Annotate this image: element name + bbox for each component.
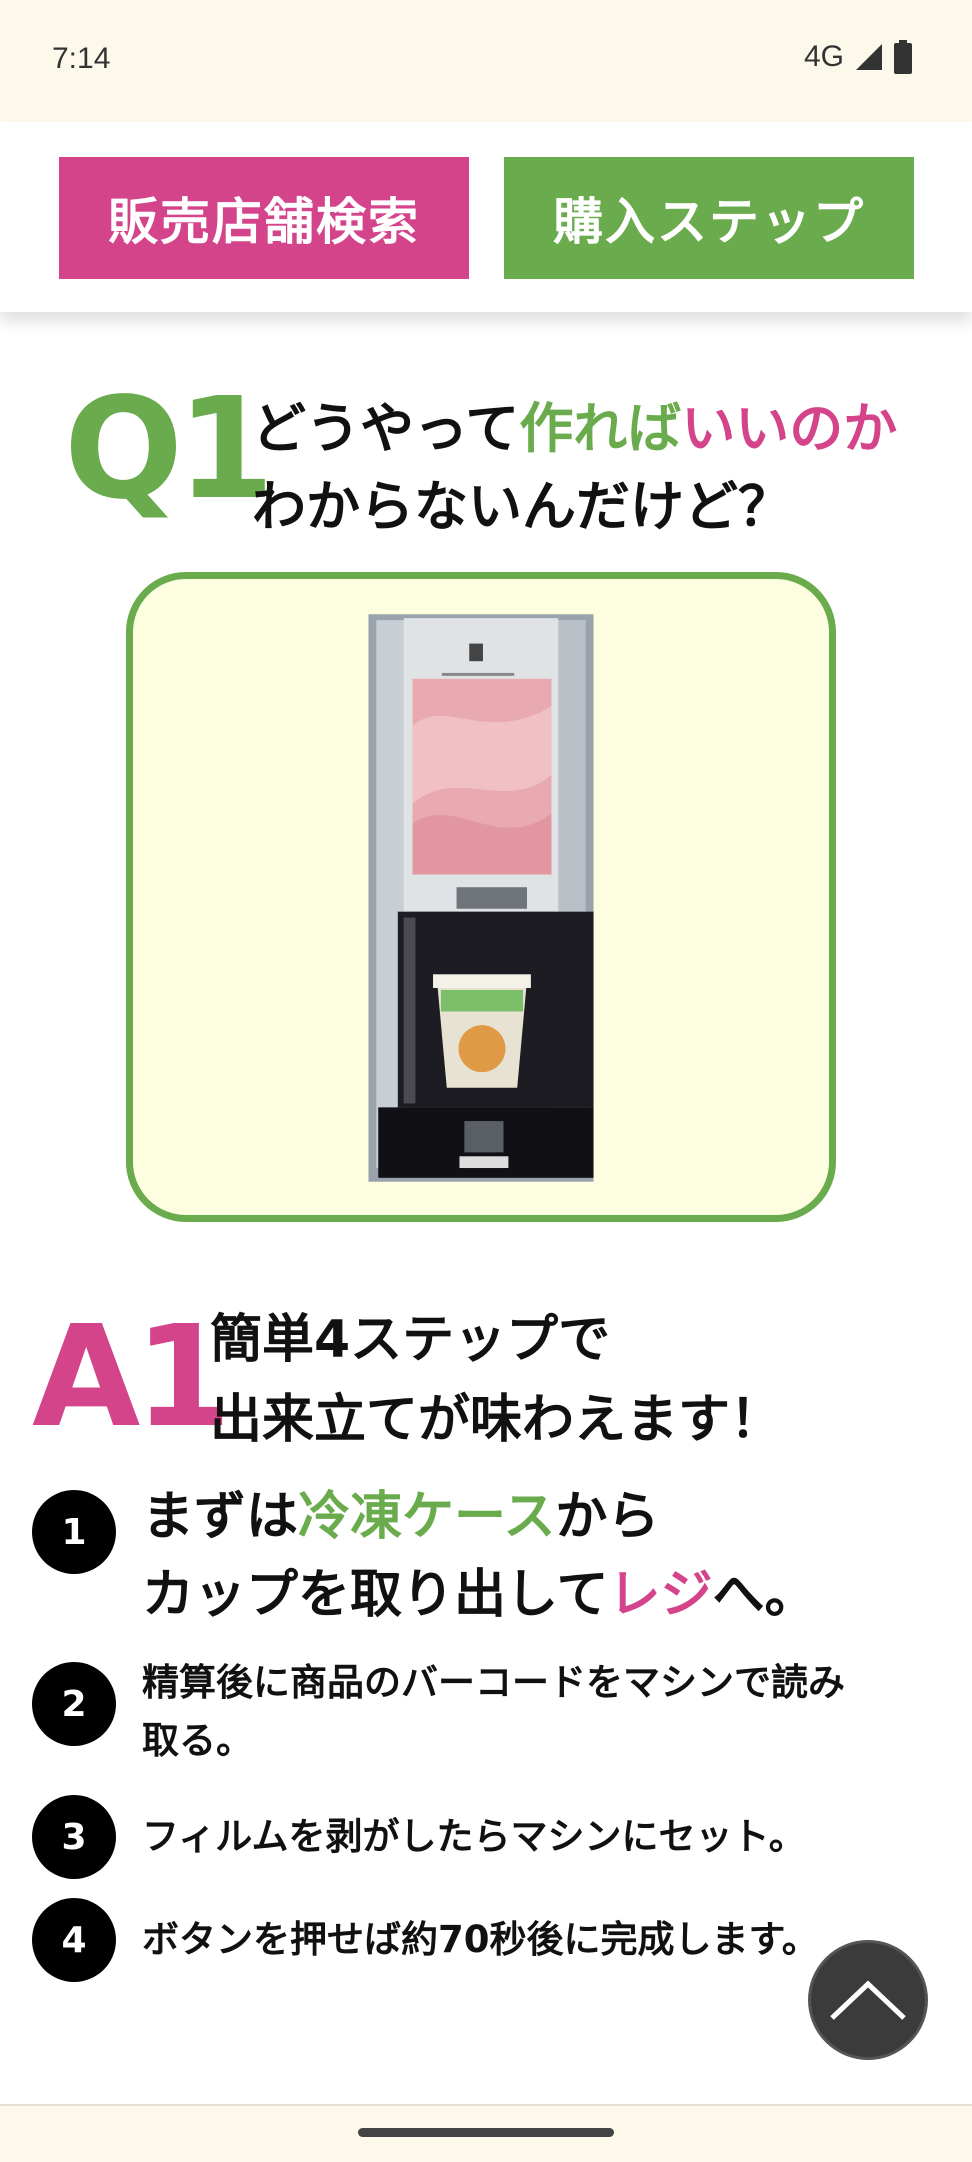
home-gesture-handle[interactable] [358,2128,614,2137]
header-nav: 販売店舗検索 購入ステップ [0,122,972,312]
question-text-highlight-green: 作れば [519,397,682,460]
step-text-part: まずは [142,1487,299,1547]
step-1: 1 まずは冷凍ケースから カップを取り出してレジへ。 [32,1487,816,1634]
step-text-line2: 取る。 [142,1719,253,1762]
step-text: まずは冷凍ケースから カップを取り出してレジへ。 [142,1478,816,1634]
step-number-badge: 2 [32,1662,116,1746]
store-search-button[interactable]: 販売店舗検索 [59,157,469,279]
step-text-part: へ。 [712,1565,817,1625]
answer-mark: A1 [32,1296,232,1459]
step-text-highlight-green: 冷凍ケース [298,1487,556,1547]
chevron-up-icon [830,1980,906,2020]
question-text-line2: わからないんだけど？ [252,475,792,538]
step-number-badge: 3 [32,1795,116,1879]
step-number-badge: 4 [32,1898,116,1982]
step-4: 4 ボタンを押せば約70秒後に完成します。 [32,1898,819,1982]
step-2: 2 精算後に商品のバーコードをマシンで読み 取る。 [32,1661,845,1770]
signal-icon [856,44,882,70]
question-text: どうやって作ればいいのか わからないんだけど？ [252,390,897,546]
step-text-highlight-pink: レジ [608,1565,713,1625]
purchase-steps-button[interactable]: 購入ステップ [504,157,914,279]
answer-line2: 出来立てが味わえます！ [210,1390,783,1450]
status-bar: 7:14 4G [0,0,972,122]
question-text-highlight-pink: いいのか [681,397,898,460]
step-text: フィルムを剥がしたらマシンにセット。 [142,1815,806,1858]
status-icons: 4G [804,40,912,74]
battery-icon [894,40,912,74]
step-text-line1: 精算後に商品のバーコードをマシンで読み [142,1661,845,1704]
question-mark: Q1 [64,368,274,531]
question-text-part: どうやって [252,397,520,460]
step-text-part: カップを取り出して [142,1565,609,1625]
step-number-badge: 1 [32,1490,116,1574]
question-heading: Q1 どうやって作ればいいのか わからないんだけど？ [64,380,934,540]
status-time: 7:14 [52,42,111,75]
scroll-to-top-button[interactable] [808,1940,928,2060]
machine-photo-frame [126,572,836,1222]
network-type: 4G [803,40,844,73]
step-text-part: から [555,1487,660,1547]
answer-heading: A1 簡単4ステップで 出来立てが味わえます！ [32,1300,932,1470]
answer-line1: 簡単4ステップで [210,1310,611,1370]
step-text: ボタンを押せば約70秒後に完成します。 [142,1918,819,1961]
step-3: 3 フィルムを剥がしたらマシンにセット。 [32,1795,806,1879]
step-text: 精算後に商品のバーコードをマシンで読み 取る。 [142,1654,845,1770]
frozen-smoothie-machine-photo [368,614,594,1182]
answer-text: 簡単4ステップで 出来立てが味わえます！ [210,1300,782,1460]
